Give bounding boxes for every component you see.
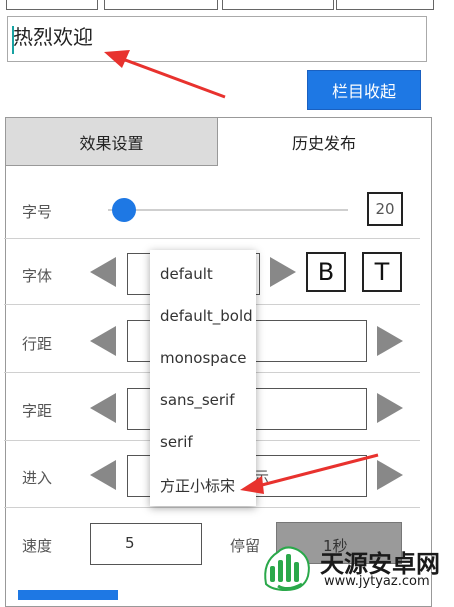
text-caret: [12, 26, 14, 54]
font-size-slider-track[interactable]: [108, 209, 348, 211]
line-spacing-next-arrow-icon[interactable]: [377, 326, 403, 356]
tab-effect-settings[interactable]: 效果设置: [6, 118, 218, 166]
toolbar-cell[interactable]: [336, 0, 434, 10]
row-divider: [4, 238, 420, 239]
message-input[interactable]: 热烈欢迎: [7, 16, 427, 62]
watermark-logo-icon: [264, 546, 310, 592]
message-input-value: 热烈欢迎: [13, 25, 93, 49]
font-size-label: 字号: [22, 203, 53, 221]
speed-input[interactable]: 5: [90, 523, 202, 565]
row-divider: [4, 507, 420, 508]
stay-label: 停留: [230, 537, 261, 555]
enter-label: 进入: [22, 469, 53, 487]
char-spacing-prev-arrow-icon[interactable]: [90, 393, 116, 423]
font-prev-arrow-icon[interactable]: [90, 257, 116, 287]
font-next-arrow-icon[interactable]: [270, 257, 296, 287]
toolbar-cell[interactable]: [104, 0, 218, 10]
watermark-url: www.jytyaz.com: [324, 574, 430, 589]
font-option-serif[interactable]: serif: [160, 433, 193, 451]
tab-history-publish[interactable]: 历史发布: [218, 118, 430, 166]
enter-next-arrow-icon[interactable]: [377, 460, 403, 490]
line-spacing-label: 行距: [22, 335, 53, 353]
font-option-fangzheng[interactable]: 方正小标宋: [160, 475, 235, 496]
font-size-value: 20: [367, 192, 403, 226]
line-spacing-prev-arrow-icon[interactable]: [90, 326, 116, 356]
watermark: 天源安卓网 www.jytyaz.com: [258, 540, 454, 596]
bottom-action-button[interactable]: [18, 590, 118, 600]
collapse-columns-button[interactable]: 栏目收起: [307, 70, 421, 110]
toolbar-cell[interactable]: [6, 0, 98, 10]
bold-button[interactable]: B: [306, 252, 346, 292]
font-dropdown-menu: default default_bold monospace sans_seri…: [150, 250, 256, 506]
font-option-sans-serif[interactable]: sans_serif: [160, 391, 235, 409]
char-spacing-label: 字距: [22, 402, 53, 420]
font-option-default-bold[interactable]: default_bold: [160, 307, 253, 325]
toolbar-cell[interactable]: [222, 0, 334, 10]
font-size-slider-thumb[interactable]: [112, 198, 136, 222]
enter-effect-text: 示: [254, 468, 270, 486]
font-option-default[interactable]: default: [160, 265, 213, 283]
enter-prev-arrow-icon[interactable]: [90, 460, 116, 490]
top-toolbar-partial: [0, 0, 440, 10]
text-style-button[interactable]: T: [362, 252, 402, 292]
speed-value: 5: [125, 534, 135, 552]
font-label: 字体: [22, 267, 53, 285]
font-option-monospace[interactable]: monospace: [160, 349, 246, 367]
char-spacing-next-arrow-icon[interactable]: [377, 393, 403, 423]
speed-label: 速度: [22, 537, 53, 555]
